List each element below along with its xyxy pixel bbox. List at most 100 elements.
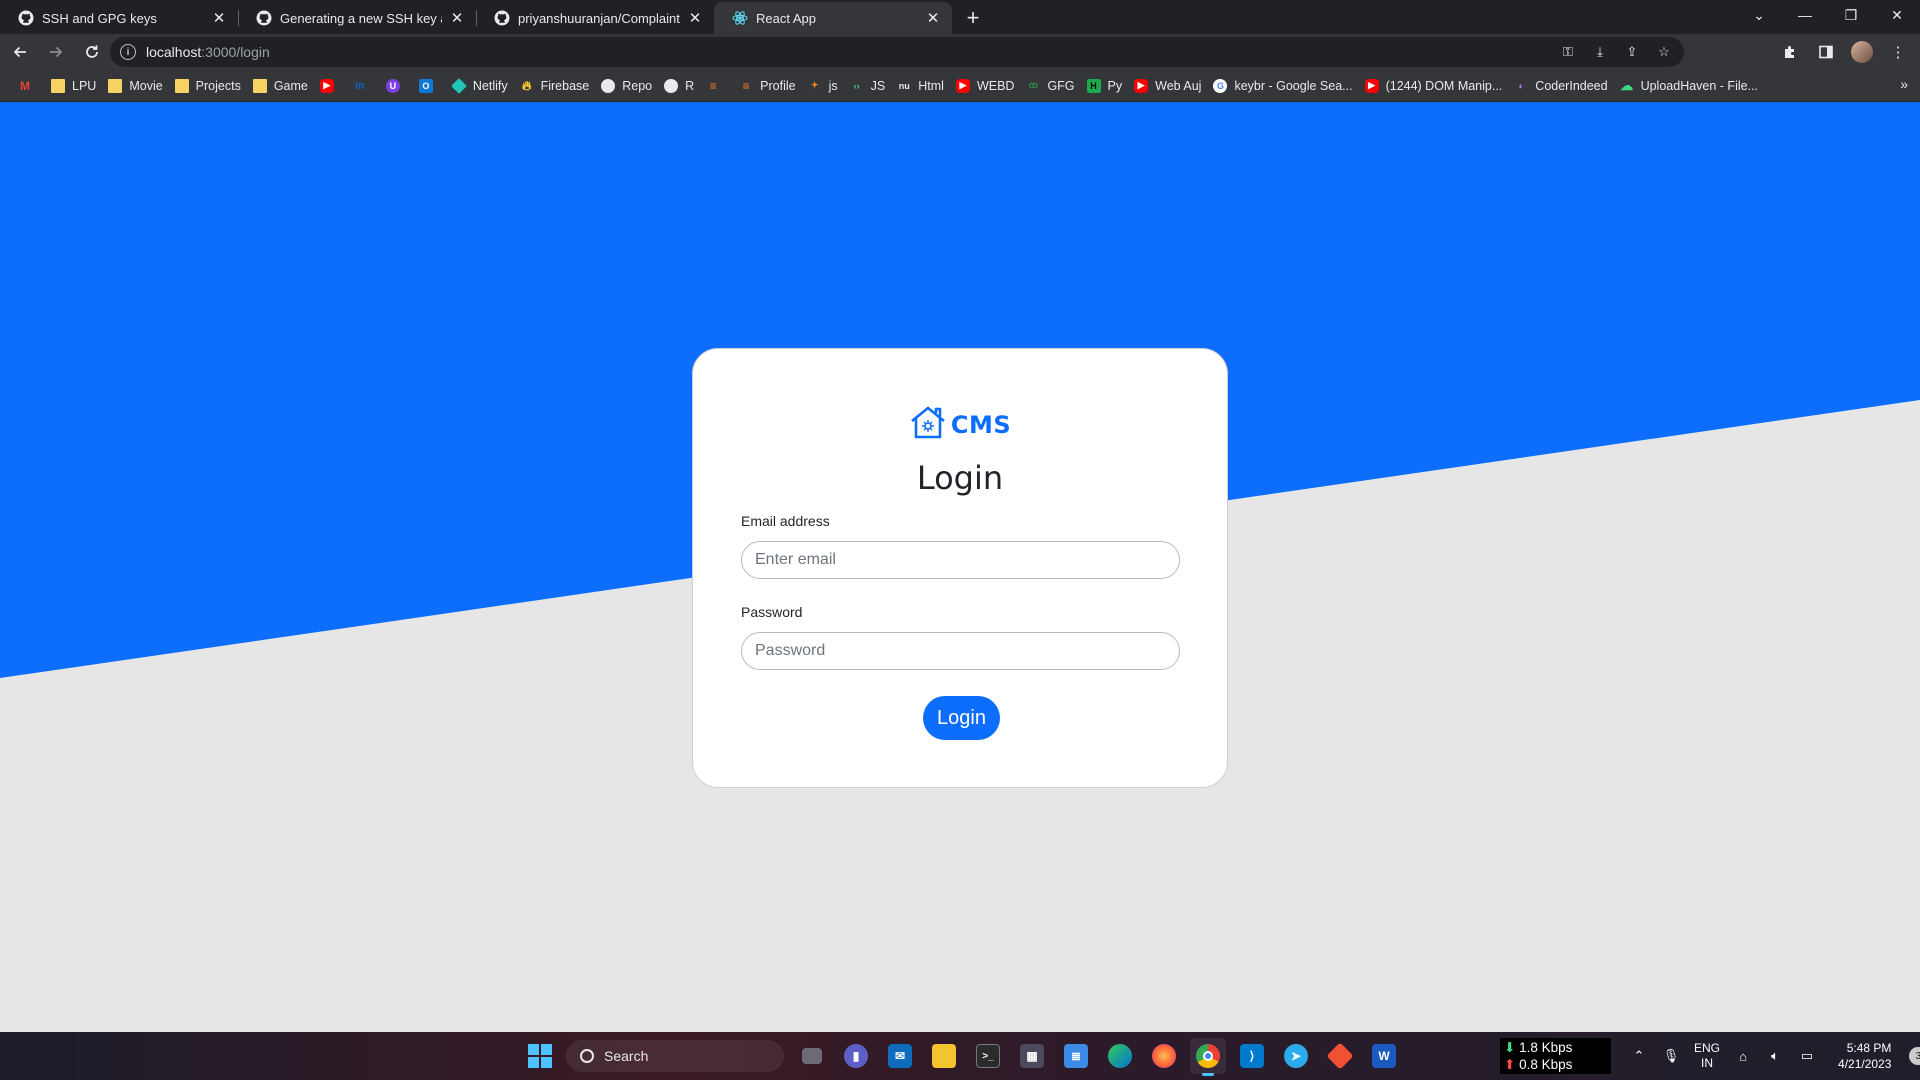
extensions-puzzle-icon[interactable]	[1776, 38, 1804, 66]
install-icon[interactable]: ⤓	[1590, 42, 1610, 62]
profile-avatar[interactable]	[1848, 38, 1876, 66]
mail-icon[interactable]: ✉	[882, 1038, 918, 1074]
github-icon	[256, 10, 272, 26]
email-field[interactable]	[741, 541, 1180, 579]
bookmark-coderindeed[interactable]: ◐ CoderIndeed	[1508, 73, 1613, 99]
address-bar[interactable]: i localhost:3000/login ⚿ ⤓ ⇪ ☆	[110, 37, 1684, 67]
search-icon	[580, 1049, 594, 1063]
teams-chat-icon[interactable]: ▮	[838, 1038, 874, 1074]
bookmark-firebase[interactable]: 🔥︎ Firebase	[514, 73, 596, 99]
bookmark-lpu[interactable]: LPU	[45, 73, 102, 99]
tab-title: Generating a new SSH key and a	[280, 10, 442, 26]
bookmark-js-lower[interactable]: ✦ js	[802, 73, 844, 99]
house-icon	[909, 405, 947, 444]
tab-search-chevron-icon[interactable]: ⌄	[1736, 0, 1782, 30]
git-icon[interactable]	[1322, 1038, 1358, 1074]
microphone-icon[interactable]: 🎙︎	[1662, 1047, 1680, 1065]
windows-start-icon[interactable]	[528, 1044, 552, 1068]
bookmark-webd[interactable]: ▶ WEBD	[950, 73, 1021, 99]
tab-ssh-gpg-keys[interactable]: SSH and GPG keys ✕	[0, 2, 238, 34]
network-icon[interactable]: ⌂	[1734, 1047, 1752, 1065]
bookmark-gmail[interactable]: M	[12, 73, 45, 99]
edge-icon[interactable]	[1102, 1038, 1138, 1074]
language-indicator[interactable]: ENG IN	[1694, 1041, 1720, 1071]
bookmark-uploadhaven[interactable]: ☁ UploadHaven - File...	[1614, 73, 1764, 99]
chrome-icon[interactable]	[1190, 1038, 1226, 1076]
tab-title: SSH and GPG keys	[42, 10, 157, 26]
bookmark-repo[interactable]: Repo	[595, 73, 658, 99]
bookmarks-bar: M LPU Movie Projects Game ▶ in U O Netli…	[0, 70, 1920, 102]
bookmark-r[interactable]: R	[658, 73, 700, 99]
site-info-icon[interactable]: i	[120, 44, 136, 60]
bookmark-label: js	[828, 78, 838, 93]
outlook-icon: O	[418, 78, 433, 93]
taskbar-search[interactable]: Search	[566, 1040, 784, 1072]
bookmark-dom-manip[interactable]: ▶ (1244) DOM Manip...	[1359, 73, 1509, 99]
bookmark-linkedin[interactable]: in	[347, 73, 380, 99]
login-button[interactable]: Login	[923, 696, 1000, 740]
bookmark-html[interactable]: nu Html	[891, 73, 950, 99]
bookmark-label: Netlify	[472, 78, 508, 93]
key-icon[interactable]: ⚿	[1558, 42, 1578, 62]
bookmark-web-auj[interactable]: ▶ Web Auj	[1128, 73, 1207, 99]
browser-toolbar: i localhost:3000/login ⚿ ⤓ ⇪ ☆ ⋮	[0, 34, 1920, 70]
bookmark-py[interactable]: H Py	[1081, 73, 1129, 99]
clock[interactable]: 5:48 PM 4/21/2023	[1838, 1040, 1891, 1072]
close-icon[interactable]: ✕	[924, 9, 942, 27]
word-icon[interactable]: W	[1366, 1038, 1402, 1074]
bookmark-label: Py	[1107, 78, 1123, 93]
bookmark-projects[interactable]: Projects	[169, 73, 247, 99]
bookmark-profile[interactable]: ≡ Profile	[733, 73, 801, 99]
tab-generating-ssh-key[interactable]: Generating a new SSH key and a ✕	[238, 2, 476, 34]
linkedin-icon: in	[352, 78, 367, 93]
bookmark-game[interactable]: Game	[247, 73, 314, 99]
chevron-up-icon[interactable]: ⌃	[1630, 1047, 1648, 1065]
bookmark-outlook[interactable]: O	[413, 73, 446, 99]
vscode-icon[interactable]: ⟩	[1234, 1038, 1270, 1074]
back-button[interactable]	[4, 36, 36, 68]
bookmark-youtube[interactable]: ▶	[314, 73, 347, 99]
close-icon[interactable]: ✕	[210, 9, 228, 27]
bookmark-extension-u[interactable]: U	[380, 73, 413, 99]
bookmark-js-upper[interactable]: ‹› JS	[844, 73, 892, 99]
bookmark-keybr[interactable]: Gkeybr - Google Sea...	[1207, 73, 1358, 99]
tab-complaint-repo[interactable]: priyanshuuranjan/Complaint-Ma ✕	[476, 2, 714, 34]
tab-react-app[interactable]: React App ✕	[714, 2, 952, 34]
reload-button[interactable]	[76, 36, 108, 68]
terminal-icon[interactable]: >_	[970, 1038, 1006, 1074]
menu-kebab-icon[interactable]: ⋮	[1884, 38, 1912, 66]
firefox-icon[interactable]	[1146, 1038, 1182, 1074]
bookmark-gfg[interactable]: ꝏ GFG	[1020, 73, 1080, 99]
bookmark-label: Projects	[195, 78, 241, 93]
calculator-icon[interactable]: ▦	[1014, 1038, 1050, 1074]
notepad-icon[interactable]: ≣	[1058, 1038, 1094, 1074]
bookmark-stackoverflow[interactable]: ≡	[700, 73, 733, 99]
volume-icon[interactable]: 🔈︎	[1766, 1047, 1784, 1065]
folder-icon	[108, 78, 123, 93]
restore-button[interactable]: ❐	[1828, 0, 1874, 30]
share-icon[interactable]: ⇪	[1622, 42, 1642, 62]
password-field[interactable]	[741, 632, 1180, 670]
telegram-icon[interactable]: ➤	[1278, 1038, 1314, 1074]
star-icon[interactable]: ☆	[1654, 42, 1674, 62]
close-icon[interactable]: ✕	[448, 9, 466, 27]
new-tab-button[interactable]: +	[956, 2, 990, 34]
forward-button[interactable]	[40, 36, 72, 68]
battery-icon[interactable]: ▭	[1798, 1047, 1816, 1065]
bookmark-movie[interactable]: Movie	[102, 73, 168, 99]
minimize-button[interactable]: —	[1782, 0, 1828, 30]
task-view-icon[interactable]	[794, 1038, 830, 1074]
close-icon[interactable]: ✕	[686, 9, 704, 27]
file-explorer-icon[interactable]	[926, 1038, 962, 1074]
close-window-button[interactable]: ✕	[1874, 0, 1920, 30]
bookmark-label: Movie	[129, 78, 163, 93]
email-label: Email address	[741, 513, 830, 529]
bookmark-netlify[interactable]: Netlify	[446, 73, 514, 99]
forward-arrow-icon	[50, 46, 63, 58]
bookmark-label: Repo	[622, 78, 653, 93]
side-panel-icon[interactable]	[1812, 38, 1840, 66]
upload-speed: 0.8 Kbps	[1519, 1057, 1573, 1072]
url-host: localhost	[146, 44, 202, 60]
notification-badge[interactable]: 3	[1909, 1047, 1920, 1065]
bookmarks-overflow-icon[interactable]: »	[1900, 76, 1908, 92]
